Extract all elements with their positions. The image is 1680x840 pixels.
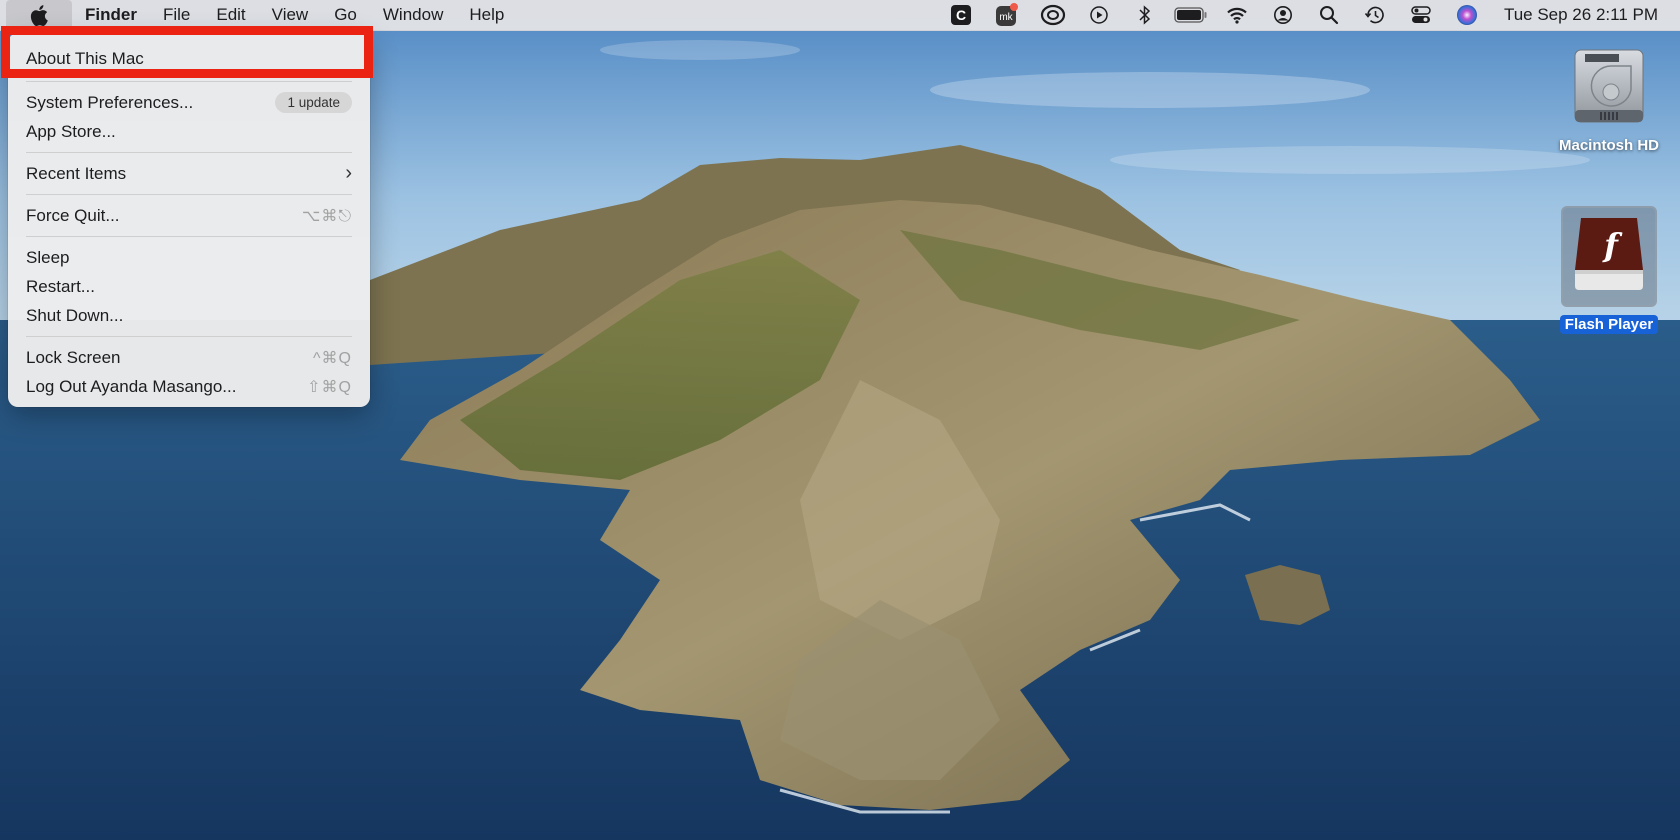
user-account-icon[interactable] [1260,0,1306,31]
menu-item-restart[interactable]: Restart... [8,272,370,301]
menu-item-label: Force Quit... [26,205,120,225]
keyboard-shortcut: ^⌘Q [313,349,352,367]
menu-item-label: Log Out Ayanda Masango... [26,376,237,396]
menu-item-shut-down[interactable]: Shut Down... [8,301,370,330]
mk-app-icon[interactable]: mk [984,0,1030,31]
menu-file[interactable]: File [150,0,203,30]
spotlight-search-icon[interactable] [1306,0,1352,31]
siri-icon[interactable] [1444,0,1490,31]
menu-bar: Finder File Edit View Go Window Help C m… [0,0,1680,31]
menu-item-lock-screen[interactable]: Lock Screen ^⌘Q [8,343,370,372]
menu-item-log-out[interactable]: Log Out Ayanda Masango... ⇧⌘Q [8,372,370,401]
svg-text:mk: mk [999,12,1013,23]
menu-view[interactable]: View [259,0,322,30]
menu-separator [26,336,352,337]
menu-item-recent-items[interactable]: Recent Items › [8,159,370,188]
keyboard-shortcut: ⌥⌘⎋ [301,207,352,225]
desktop-icon-flash-player[interactable]: f Flash Player [1549,206,1669,334]
apple-menu-dropdown: About This Mac System Preferences... 1 u… [8,33,370,407]
flash-player-drive-icon: f [1575,218,1643,290]
chevron-right-icon: › [345,162,352,184]
creative-cloud-icon[interactable] [1030,0,1076,31]
desktop-icon-label: Macintosh HD [1558,137,1659,154]
menu-separator [26,236,352,237]
menu-go[interactable]: Go [321,0,370,30]
menu-window[interactable]: Window [370,0,456,30]
bluetooth-icon[interactable] [1122,0,1168,31]
menu-item-label: Lock Screen [26,347,121,367]
menu-edit[interactable]: Edit [203,0,258,30]
update-badge: 1 update [275,92,352,113]
play-icon[interactable] [1076,0,1122,31]
apple-menu-button[interactable] [6,0,72,31]
menu-separator [26,81,352,82]
menu-separator [26,152,352,153]
apple-logo-icon [30,4,48,26]
menu-separator [26,194,352,195]
selection-highlight: f [1561,206,1657,307]
time-machine-icon[interactable] [1352,0,1398,31]
hard-drive-icon [1574,49,1644,123]
menubar-clock[interactable]: Tue Sep 26 2:11 PM [1504,5,1658,25]
menu-item-label: About This Mac [26,49,144,68]
battery-icon[interactable] [1168,0,1214,31]
menu-item-label: App Store... [26,121,116,141]
menu-item-label: Recent Items [26,163,127,183]
menu-item-app-store[interactable]: App Store... [8,117,370,146]
menu-item-label: Restart... [26,276,95,296]
clipboard-c-icon[interactable]: C [938,0,984,31]
keyboard-shortcut: ⇧⌘Q [307,378,352,396]
menu-item-force-quit[interactable]: Force Quit... ⌥⌘⎋ [8,201,370,230]
svg-text:C: C [956,7,966,23]
menu-help[interactable]: Help [456,0,517,30]
control-center-icon[interactable] [1398,0,1444,31]
desktop-icon-macintosh-hd[interactable]: Macintosh HD [1549,48,1669,155]
desktop-icon-label: Flash Player [1559,315,1659,334]
wifi-icon[interactable] [1214,0,1260,31]
menu-item-system-preferences[interactable]: System Preferences... 1 update [8,88,370,117]
menu-item-sleep[interactable]: Sleep [8,243,370,272]
menu-item-label: Sleep [26,247,70,267]
menu-finder[interactable]: Finder [72,0,150,30]
menu-item-label: System Preferences... [26,92,194,112]
menu-item-about-this-mac[interactable]: About This Mac [8,43,370,75]
menu-item-label: Shut Down... [26,305,124,325]
